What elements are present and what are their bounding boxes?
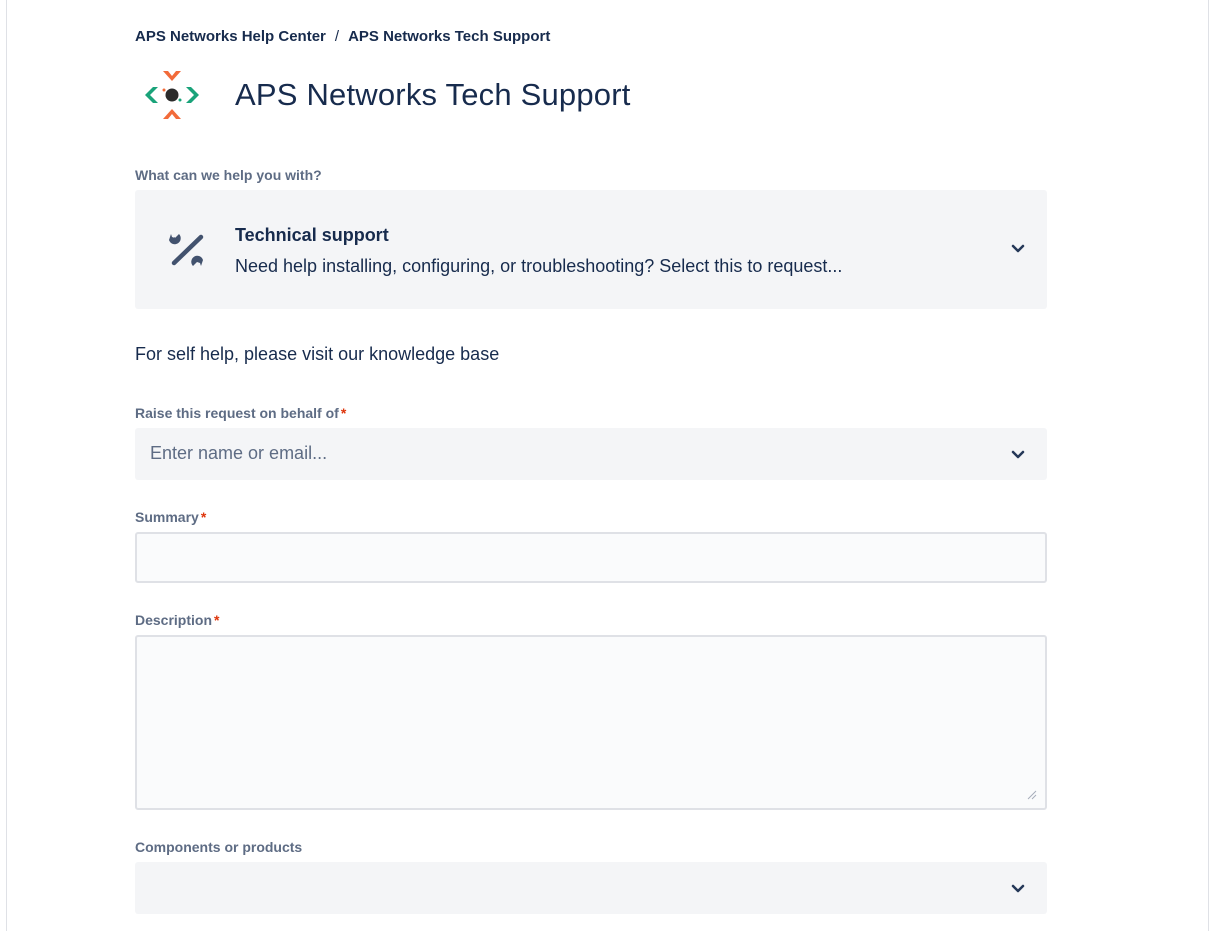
required-asterisk: * xyxy=(340,405,347,421)
self-help-text: For self help, please visit our knowledg… xyxy=(135,344,500,364)
resize-grip-icon[interactable] xyxy=(1025,788,1037,800)
required-asterisk: * xyxy=(200,509,207,525)
request-type-select[interactable]: Technical support Need help installing, … xyxy=(135,190,1047,309)
components-select[interactable] xyxy=(135,862,1047,914)
breadcrumb-tech-support[interactable]: APS Networks Tech Support xyxy=(348,28,550,45)
summary-label: Summary * xyxy=(135,509,206,525)
request-type-title: Technical support xyxy=(235,225,389,245)
aps-logo-icon xyxy=(145,71,199,119)
chevron-down-icon xyxy=(1011,450,1025,459)
on-behalf-label-text: Raise this request on behalf of xyxy=(135,405,339,421)
summary-label-text: Summary xyxy=(135,509,199,525)
required-asterisk: * xyxy=(214,612,220,628)
description-textarea[interactable] xyxy=(135,635,1047,810)
components-label: Components or products xyxy=(135,839,303,855)
breadcrumb: APS Networks Help Center / APS Networks Te… xyxy=(135,28,550,45)
chevron-down-icon xyxy=(1011,244,1025,253)
on-behalf-select[interactable]: Enter name or email... xyxy=(135,428,1047,480)
tools-icon xyxy=(169,234,204,266)
request-type-description: Need help installing, configuring, or tr… xyxy=(235,256,843,276)
on-behalf-placeholder: Enter name or email... xyxy=(150,443,328,463)
on-behalf-label: Raise this request on behalf of * xyxy=(135,405,346,421)
breadcrumb-separator: / xyxy=(334,28,340,45)
page-title: APS Networks Tech Support xyxy=(235,77,631,112)
summary-input[interactable] xyxy=(135,532,1047,583)
description-label-text: Description xyxy=(135,612,213,628)
chevron-down-icon xyxy=(1011,884,1025,893)
request-type-label: What can we help you with? xyxy=(135,167,322,183)
breadcrumb-help-center[interactable]: APS Networks Help Center xyxy=(135,28,326,45)
description-label: Description * xyxy=(135,612,219,628)
portal-header: APS Networks Tech Support xyxy=(135,68,631,122)
